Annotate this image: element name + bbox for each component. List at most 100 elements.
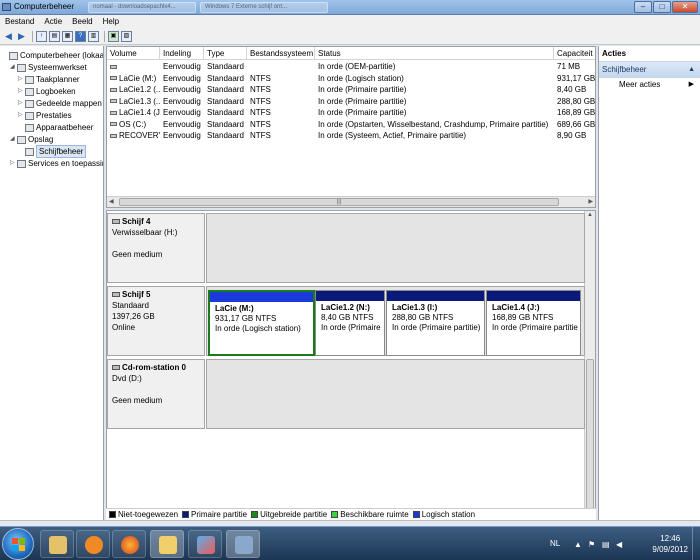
menu-help[interactable]: Help — [98, 15, 124, 29]
cell-text: NTFS — [250, 96, 271, 106]
partition-block[interactable]: LaCie1.3 (I:) 288,80 GB NTFS In orde (Prim… — [386, 290, 485, 356]
table-row[interactable]: LaCie1.3 (... Eenvoudig Standaard NTFS In or… — [107, 96, 595, 107]
tree-node[interactable]: ◢ Systeemwerkset — [10, 62, 87, 73]
partition-block[interactable]: LaCie1.4 (J:) 168,89 GB NTFS In orde (Prim… — [486, 290, 581, 356]
tools-icon — [17, 63, 26, 72]
disk-detail: 1397,26 GB — [112, 312, 155, 321]
scroll-left-icon[interactable]: ◀ — [109, 198, 114, 205]
menu-beeld[interactable]: Beeld — [67, 15, 97, 29]
expand-toggle-icon[interactable]: ▷ — [18, 110, 25, 121]
actions-section-schijfbeheer[interactable]: Schijfbeheer ▲ — [599, 62, 700, 78]
expand-toggle-icon[interactable]: ▷ — [18, 86, 25, 97]
scroll-right-icon[interactable]: ▶ — [588, 198, 593, 205]
table-cell: LaCie1.2 (... — [107, 84, 160, 95]
column-header[interactable]: Volume — [107, 47, 160, 60]
vertical-scrollbar[interactable]: ▲ ▼ — [584, 211, 595, 519]
column-header[interactable]: Status — [315, 47, 554, 60]
expand-toggle-icon[interactable]: ◢ — [10, 134, 17, 145]
column-header[interactable]: Indeling — [160, 47, 204, 60]
column-header[interactable]: Bestandssysteem — [247, 47, 315, 60]
scroll-up-icon[interactable]: ▲ — [587, 212, 593, 218]
tray-arrow-icon[interactable]: ▲ — [574, 540, 583, 549]
menu-actie[interactable]: Actie — [39, 15, 67, 29]
firefox-icon[interactable] — [112, 530, 146, 558]
maximize-button[interactable]: □ — [653, 1, 671, 13]
table-cell: NTFS — [247, 96, 315, 107]
folder-icon[interactable] — [150, 530, 184, 558]
tree-node[interactable]: Apparaatbeheer — [18, 122, 93, 133]
forward-icon[interactable]: ▶ — [16, 31, 27, 42]
clock-icon — [25, 75, 34, 84]
disk-name-text: Schijf 5 — [122, 290, 151, 299]
expand-toggle-icon[interactable]: ▷ — [18, 74, 25, 85]
cell-text: Standaard — [207, 62, 244, 71]
back-icon[interactable]: ◀ — [3, 31, 14, 42]
partition-name: LaCie (M:) — [215, 304, 254, 313]
partition-size: 931,17 GB NTFS — [215, 314, 277, 323]
computer-management-icon[interactable] — [226, 530, 260, 558]
cell-text: Standaard — [207, 108, 244, 117]
table-row[interactable]: LaCie1.2 (... Eenvoudig Standaard NTFS In or… — [107, 84, 595, 95]
legend-label: Beschikbare ruimte — [340, 510, 409, 519]
tree-node[interactable]: ▷ Taakplanner — [18, 74, 80, 85]
minimize-button[interactable]: – — [634, 1, 652, 13]
disk-row: Schijf 4 Verwisselbaar (H:) Geen medium — [107, 213, 585, 283]
collapse-icon[interactable]: ▲ — [688, 62, 695, 78]
partition-block[interactable]: LaCie (M:) 931,17 GB NTFS In orde (Logisch… — [208, 290, 315, 356]
table-cell: In orde (Systeem, Actief, Primaire parti… — [315, 130, 554, 141]
properties-icon[interactable]: ▦ — [62, 31, 73, 42]
network-icon[interactable]: ▤ — [602, 540, 611, 549]
partition-status: In orde (Primaire — [321, 323, 381, 332]
tree-node[interactable]: Schijfbeheer — [18, 145, 87, 158]
column-header[interactable]: Type — [204, 47, 247, 60]
disk-name: Schijf 5 — [112, 289, 200, 300]
show-hide-icon[interactable]: ▣ — [108, 31, 119, 42]
table-row[interactable]: OS (C:) Eenvoudig Standaard NTFS In orde (Op… — [107, 119, 595, 130]
show-desktop-button[interactable] — [692, 527, 700, 560]
table-row[interactable]: LaCie (M:) Eenvoudig Standaard NTFS In orde … — [107, 73, 595, 84]
console-tree-icon[interactable]: ▤ — [49, 31, 60, 42]
tree-node[interactable]: ▷ Prestaties — [18, 110, 72, 121]
tree-node[interactable]: ▷ Logboeken — [18, 86, 76, 97]
volume-icon[interactable]: ◀ — [616, 540, 625, 549]
tree-node[interactable]: Computerbeheer (lokaal) — [2, 50, 103, 61]
export-icon[interactable]: ▥ — [88, 31, 99, 42]
expand-toggle-icon[interactable]: ▷ — [10, 158, 17, 169]
clock[interactable]: 12:46 9/09/2012 — [652, 533, 688, 555]
disk-info[interactable]: Schijf 5 Standaard 1397,26 GB Online — [107, 286, 205, 356]
more-actions-item[interactable]: Meer acties ▶ — [599, 78, 700, 92]
close-button[interactable]: ✕ — [672, 1, 698, 13]
partition-text: LaCie1.2 (N:) 8,40 GB NTFS In orde (Primai… — [316, 301, 384, 335]
scrollbar-thumb[interactable]: ||| — [119, 198, 559, 206]
table-cell: 689,66 GB — [554, 119, 595, 130]
tree-node[interactable]: ▷ Services en toepassingen — [10, 158, 103, 169]
menu-bestand[interactable]: Bestand — [0, 15, 39, 29]
disk-info[interactable]: Schijf 4 Verwisselbaar (H:) Geen medium — [107, 213, 205, 283]
horizontal-scrollbar[interactable]: ◀ ||| ▶ — [107, 196, 595, 207]
settings-icon[interactable]: ▧ — [121, 31, 132, 42]
explorer-icon[interactable] — [40, 530, 74, 558]
tree-node[interactable]: ▷ Gedeelde mappen — [18, 98, 102, 109]
disk-info[interactable]: Cd-rom-station 0 Dvd (D:) Geen medium — [107, 359, 205, 429]
cell-text: Eenvoudig — [163, 62, 201, 71]
log-icon — [25, 87, 34, 96]
help-icon[interactable]: ? — [75, 31, 86, 42]
partition-block[interactable]: LaCie1.2 (N:) 8,40 GB NTFS In orde (Primai… — [315, 290, 385, 356]
expand-toggle-icon[interactable]: ▷ — [18, 98, 25, 109]
partition-type-bar — [316, 291, 384, 301]
table-row[interactable]: LaCie1.4 (J...Eenvoudig Standaard NTFS In o… — [107, 107, 595, 118]
paint-icon[interactable] — [188, 530, 222, 558]
tree-node[interactable]: ◢ Opslag — [10, 134, 53, 145]
column-header[interactable]: Capaciteit — [554, 47, 595, 60]
partition-size: 288,80 GB NTFS — [392, 313, 454, 322]
expand-toggle-icon[interactable]: ◢ — [10, 62, 17, 73]
start-button[interactable] — [2, 528, 34, 560]
flag-icon[interactable]: ⚑ — [588, 540, 597, 549]
up-icon[interactable]: ↑ — [36, 31, 47, 42]
table-row[interactable]: Eenvoudig Standaard In orde (OEM-partitie)… — [107, 61, 595, 72]
media-player-icon[interactable] — [76, 530, 110, 558]
table-row[interactable]: RECOVERY Eenvoudig Standaard NTFS In orde (S… — [107, 130, 595, 141]
table-cell: RECOVERY — [107, 130, 160, 141]
scrollbar-thumb[interactable] — [586, 359, 594, 509]
language-indicator[interactable]: NL — [550, 539, 560, 548]
